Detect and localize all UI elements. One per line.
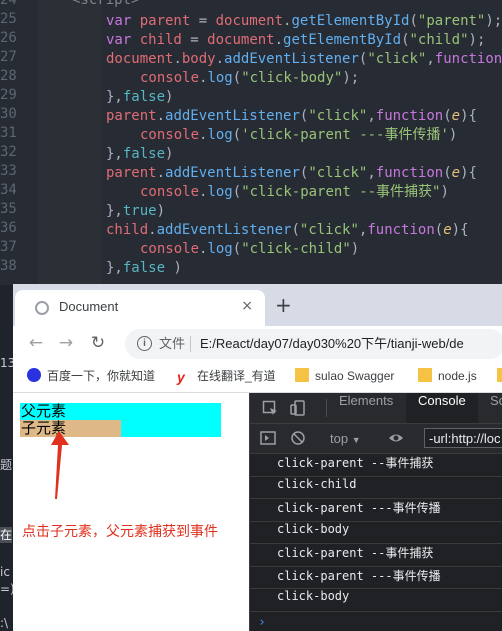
code-line: var parent = document.getElementById("pa… [106,13,502,29]
bookmark-more[interactable] [497,368,502,384]
code-line: child.addEventListener("click",function(… [106,222,469,238]
scheme-label: 文件 [159,336,186,351]
info-icon[interactable]: i [137,336,152,351]
address-bar[interactable]: i 文件 E:/React/day07/day030%20下午/tianji-w… [125,329,502,359]
code-line: parent.addEventListener("click",function… [106,165,477,181]
code-line: console.log("click-child") [140,241,360,257]
bookmark-baidu[interactable]: 百度一下，你就知道 [27,368,155,384]
console-toolbar: top ▼ -url:http://loc [250,424,502,454]
tab-sources[interactable]: So [478,393,502,423]
context-selector[interactable]: top ▼ [330,430,361,449]
divider [190,336,191,352]
forward-arrow-icon[interactable]: → [55,332,77,354]
tab-console[interactable]: Console [406,393,478,423]
console-log-entry: click-body [250,589,502,612]
code-line: },false) [106,89,174,105]
code-line: console.log("click-parent --事件捕获") [140,184,449,200]
bookmark-label: 百度一下，你就知道 [47,369,156,383]
code-line: parent.addEventListener("click",function… [106,108,477,124]
page-viewport: 父元素 子元素 点击子元素，父元素捕获到事件 [13,393,249,631]
fragment-text: 题 [0,458,13,472]
folder-icon [418,368,432,382]
folder-icon [497,368,502,382]
browser-window: Document × + ← → ↻ i 文件 E:/React/day07/d… [13,284,502,631]
code-editor[interactable]: 24 25 26 27 28 29 30 31 32 33 34 35 36 3… [0,0,502,285]
bookmark-label: sulao Swagger [315,369,395,383]
red-arrow-icon [51,431,69,499]
fragment-text: 在 [0,527,13,543]
tab-title: Document [59,299,119,314]
console-prompt[interactable]: › [258,615,266,630]
bookmark-youdao[interactable]: y 在线翻译_有道 [177,368,276,384]
close-icon[interactable]: × [241,297,253,315]
console-log-entry: click-child [250,477,502,499]
youdao-icon: y [177,369,185,385]
bookmark-label: 在线翻译_有道 [197,369,276,383]
parent-label: 父元素 [21,402,67,420]
console-log-entry: click-parent --事件捕获 [250,544,502,567]
url-text[interactable]: E:/React/day07/day030%20下午/tianji-web/de [200,335,464,353]
code-line: document.body.addEventListener("click",f… [106,51,502,67]
code-line: console.log("click-body"); [140,70,360,86]
device-toolbar-icon[interactable] [290,400,306,416]
inspect-element-icon[interactable] [262,400,278,416]
clear-console-icon[interactable] [290,430,306,446]
code-line: var child = document.getElementById("chi… [106,32,486,48]
console-filter-input[interactable]: -url:http://loc [424,428,502,448]
globe-icon [35,301,49,315]
reload-icon[interactable]: ↻ [87,332,109,354]
console-log-entry: click-parent --事件捕获 [250,454,502,477]
console-log-list: click-parent --事件捕获 click-child click-pa… [250,454,502,612]
baidu-paw-icon [27,368,41,382]
code-line: console.log('click-parent ---事件传播') [140,127,458,143]
background-window-edge: 13 题 在 ic =) :\ [0,285,15,631]
eye-icon[interactable] [388,430,404,446]
bookmark-nodejs[interactable]: node.js [418,368,477,384]
new-tab-button[interactable]: + [275,294,292,316]
code-line: <script> [72,0,140,8]
bookmark-swagger[interactable]: sulao Swagger [295,368,394,384]
fragment-text: :\ [0,616,9,630]
dropdown-caret-icon: ▼ [351,435,361,445]
devtools-panel: Elements Console So top ▼ -url:http://lo… [249,393,502,631]
console-log-entry: click-parent ---事件传播 [250,567,502,589]
sidebar-toggle-icon[interactable] [260,430,276,446]
console-log-entry: click-body [250,522,502,544]
code-line: },false) [106,146,174,162]
devtools-tabbar: Elements Console So [250,393,502,424]
folder-icon [295,368,309,382]
browser-toolbar: ← → ↻ i 文件 E:/React/day07/day030%20下午/ti… [13,326,502,362]
tab-elements[interactable]: Elements [327,393,405,423]
bookmark-label: node.js [438,369,477,383]
context-label: top [330,431,349,446]
fragment-text: ic [0,565,10,579]
code-line: },false ) [106,260,182,276]
browser-tab[interactable]: Document × [15,290,265,326]
bookmarks-bar: 百度一下，你就知道 y 在线翻译_有道 sulao Swagger node.js [13,362,502,393]
annotation-note: 点击子元素，父元素捕获到事件 [22,524,218,540]
tab-strip: Document × + [13,284,502,326]
code-area[interactable]: <script> var parent = document.getElemen… [0,0,502,285]
code-line: },true) [106,203,166,219]
console-log-entry: click-parent ---事件传播 [250,499,502,522]
back-arrow-icon[interactable]: ← [25,332,47,354]
child-element[interactable]: 子元素 [20,420,121,437]
